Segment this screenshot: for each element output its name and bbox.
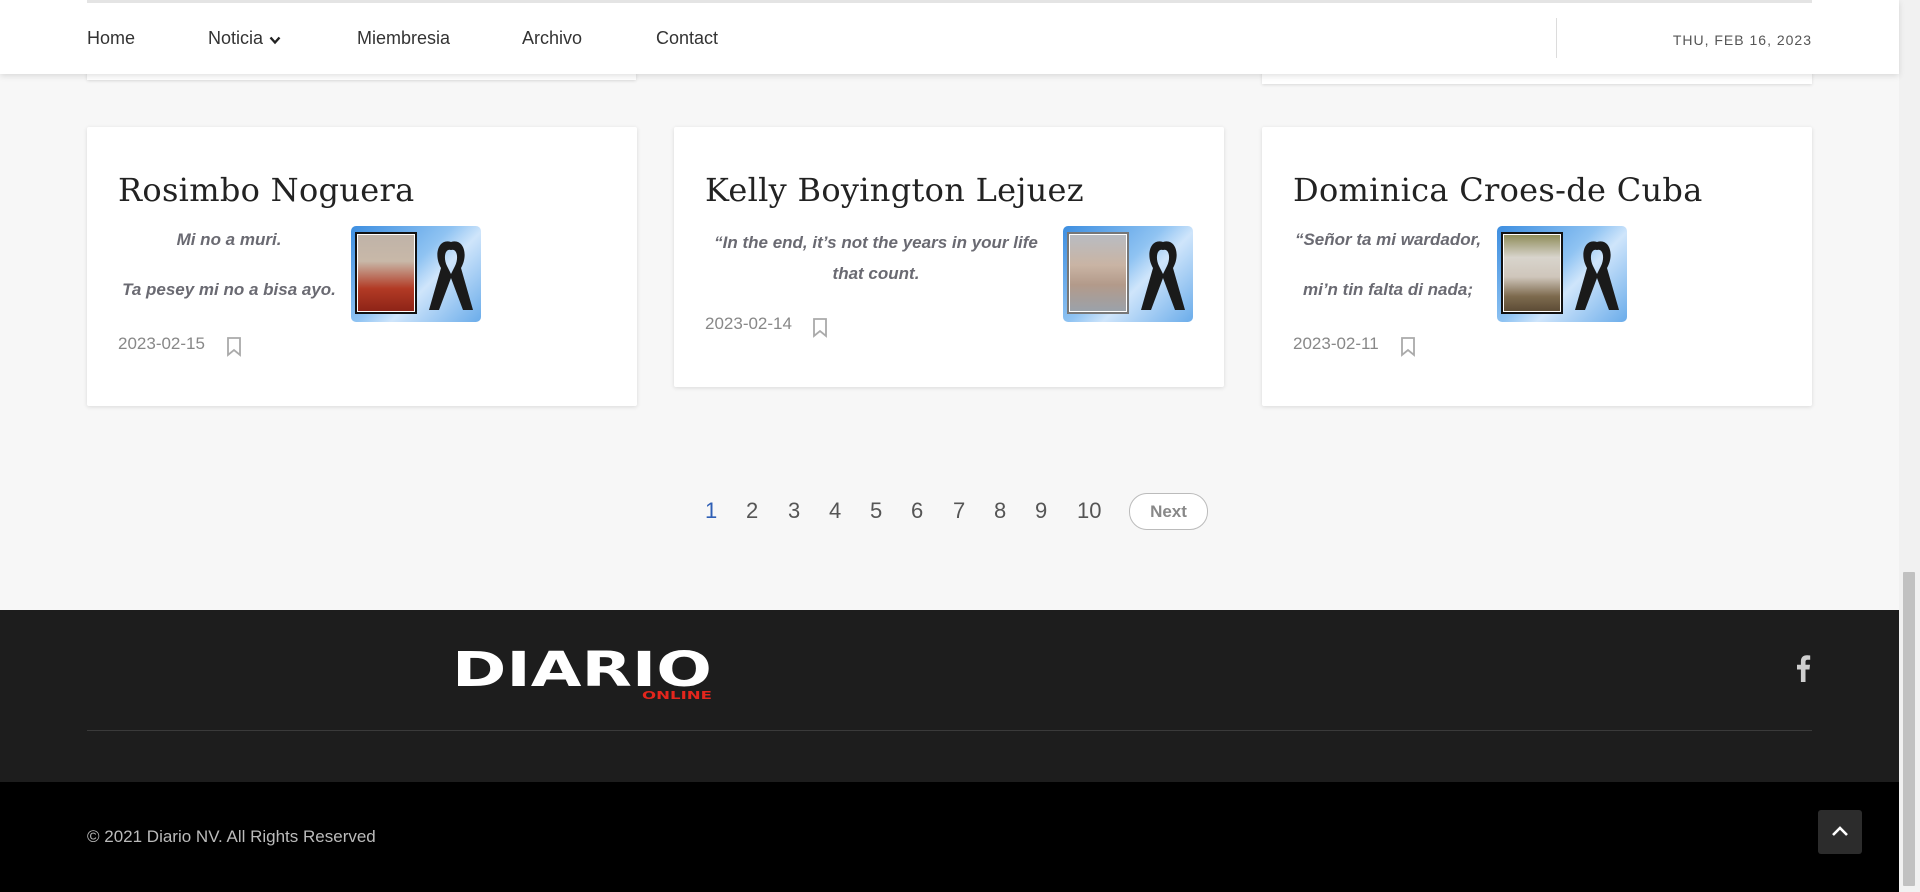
page-link-8[interactable]: 8 bbox=[994, 498, 1006, 524]
nav-divider bbox=[1556, 18, 1557, 58]
obituary-date: 2023-02-15 bbox=[118, 334, 205, 353]
nav-noticia-label: Noticia bbox=[208, 28, 264, 48]
obituary-card[interactable]: Kelly Boyington Lejuez “In the end, it’s… bbox=[674, 127, 1224, 387]
diario-logo[interactable]: DIARIO ONLINE bbox=[452, 645, 714, 701]
quote-line: “In the end, it’s not the years in your … bbox=[714, 233, 1038, 252]
black-ribbon-icon bbox=[1141, 241, 1185, 310]
nav-contact[interactable]: Contact bbox=[656, 28, 718, 49]
nav-miembresia[interactable]: Miembresia bbox=[357, 28, 450, 49]
page-link-3[interactable]: 3 bbox=[788, 498, 800, 524]
page-link-6[interactable]: 6 bbox=[911, 498, 923, 524]
facebook-icon[interactable] bbox=[1794, 654, 1812, 682]
obituary-name[interactable]: Kelly Boyington Lejuez bbox=[705, 171, 1084, 209]
bookmark-icon[interactable] bbox=[226, 336, 242, 357]
bookmark-icon[interactable] bbox=[812, 317, 828, 338]
obituary-name[interactable]: Dominica Croes-de Cuba bbox=[1293, 171, 1703, 209]
footer-divider bbox=[87, 730, 1812, 731]
scroll-to-top-button[interactable] bbox=[1818, 810, 1862, 854]
obituary-date: 2023-02-14 bbox=[705, 314, 792, 333]
quote-line: “Señor ta mi wardador, bbox=[1294, 230, 1482, 249]
portrait-image bbox=[355, 232, 417, 314]
portrait-image bbox=[1067, 232, 1129, 314]
portrait-image bbox=[1501, 232, 1563, 314]
page-scrollbar[interactable] bbox=[1899, 0, 1920, 892]
top-navigation: Home Noticia Miembresia Archivo Contact … bbox=[0, 0, 1899, 74]
nav-archivo[interactable]: Archivo bbox=[522, 28, 582, 49]
nav-top-border bbox=[87, 0, 1812, 3]
logo-sub-text: ONLINE bbox=[642, 689, 712, 701]
footer-top: DIARIO ONLINE bbox=[0, 610, 1899, 782]
page-link-5[interactable]: 5 bbox=[870, 498, 882, 524]
obituary-name[interactable]: Rosimbo Noguera bbox=[118, 171, 414, 209]
obituary-date: 2023-02-11 bbox=[1293, 334, 1379, 353]
quote-line: Ta pesey mi no a bisa ayo. bbox=[122, 280, 336, 299]
black-ribbon-icon bbox=[429, 241, 473, 310]
chevron-up-icon bbox=[1832, 826, 1848, 836]
pagination: 1 2 3 4 5 6 7 8 9 10 Next bbox=[0, 490, 1899, 534]
obituary-quote: Mi no a muri. Ta pesey mi no a bisa ayo. bbox=[118, 227, 340, 302]
page-link-2[interactable]: 2 bbox=[746, 498, 758, 524]
obituary-photo[interactable] bbox=[1497, 226, 1627, 322]
scrollbar-thumb[interactable] bbox=[1903, 572, 1915, 886]
quote-line: mi’n tin falta di nada; bbox=[1302, 280, 1473, 299]
obituary-photo[interactable] bbox=[1063, 226, 1193, 322]
quote-line: that count. bbox=[832, 264, 920, 283]
page-link-9[interactable]: 9 bbox=[1035, 498, 1047, 524]
obituary-card[interactable]: Rosimbo Noguera Mi no a muri. Ta pesey m… bbox=[87, 127, 637, 406]
page-link-1[interactable]: 1 bbox=[705, 498, 717, 524]
page-link-10[interactable]: 10 bbox=[1077, 498, 1101, 524]
quote-line: Mi no a muri. bbox=[176, 230, 282, 249]
obituary-quote: “Señor ta mi wardador, mi’n tin falta di… bbox=[1293, 227, 1483, 302]
nav-home[interactable]: Home bbox=[87, 28, 135, 49]
next-page-button[interactable]: Next bbox=[1129, 493, 1208, 530]
page-link-4[interactable]: 4 bbox=[829, 498, 841, 524]
nav-noticia[interactable]: Noticia bbox=[208, 28, 281, 50]
current-date: THU, FEB 16, 2023 bbox=[1672, 32, 1812, 48]
copyright-text: © 2021 Diario NV. All Rights Reserved bbox=[87, 827, 376, 846]
obituary-quote: “In the end, it’s not the years in your … bbox=[705, 227, 1047, 289]
obituary-photo[interactable] bbox=[351, 226, 481, 322]
page-link-7[interactable]: 7 bbox=[953, 498, 965, 524]
chevron-down-icon bbox=[269, 29, 281, 50]
black-ribbon-icon bbox=[1575, 241, 1619, 310]
bookmark-icon[interactable] bbox=[1400, 336, 1416, 357]
footer-bottom: © 2021 Diario NV. All Rights Reserved bbox=[0, 782, 1899, 892]
obituary-card[interactable]: Dominica Croes-de Cuba “Señor ta mi ward… bbox=[1262, 127, 1812, 406]
